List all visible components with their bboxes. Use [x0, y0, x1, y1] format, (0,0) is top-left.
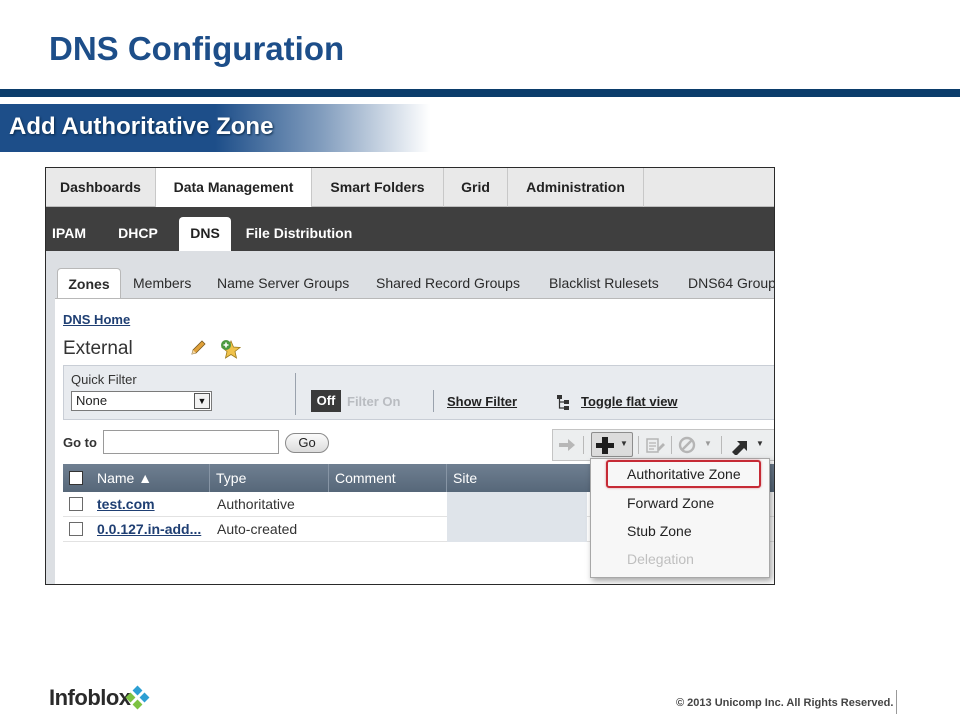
app-screenshot: Dashboards Data Management Smart Folders… [45, 167, 775, 585]
row-checkbox[interactable] [69, 497, 83, 511]
highlight-callout [606, 460, 761, 488]
top-navigation: Dashboards Data Management Smart Folders… [46, 168, 774, 207]
column-header-comment[interactable]: Comment [329, 464, 447, 492]
tab-dhcp[interactable]: DHCP [110, 217, 166, 251]
toolbar-divider [721, 436, 722, 454]
filter-divider [295, 373, 296, 415]
tab-blacklist-rulesets[interactable]: Blacklist Rulesets [549, 268, 659, 298]
goto-label: Go to [63, 435, 97, 450]
tab-dns[interactable]: DNS [179, 217, 231, 251]
tab-file-distribution[interactable]: File Distribution [242, 217, 356, 251]
export-arrow-icon[interactable] [729, 435, 751, 455]
tab-members[interactable]: Members [133, 268, 191, 298]
breadcrumb-dns-home[interactable]: DNS Home [63, 312, 130, 327]
sub-navigation: IPAM DHCP DNS File Distribution [46, 207, 774, 251]
go-button[interactable]: Go [285, 433, 329, 453]
filter-toggle-off[interactable]: Off [311, 390, 341, 412]
tab-dns64-groups[interactable]: DNS64 Group [688, 268, 774, 298]
plus-icon[interactable] [594, 435, 616, 455]
column-header-type[interactable]: Type [210, 464, 329, 492]
arrow-right-icon[interactable] [556, 435, 578, 455]
show-filter-link[interactable]: Show Filter [447, 394, 517, 409]
edit-list-icon[interactable] [644, 435, 666, 455]
chevron-down-icon[interactable]: ▼ [194, 393, 210, 409]
menu-item-delegation: Delegation [627, 551, 694, 567]
toolbar-divider [671, 436, 672, 454]
infoblox-logo-icon [125, 685, 150, 710]
zone-type: Auto-created [217, 521, 298, 537]
tab-dashboards[interactable]: Dashboards [46, 168, 156, 207]
filter-divider [433, 390, 434, 412]
toolbar-divider [583, 436, 584, 454]
site-cell [447, 492, 587, 517]
tab-ipam[interactable]: IPAM [46, 217, 92, 251]
tab-grid[interactable]: Grid [444, 168, 508, 207]
title-divider [0, 89, 960, 97]
tab-smart-folders[interactable]: Smart Folders [312, 168, 444, 207]
menu-item-stub-zone[interactable]: Stub Zone [627, 523, 692, 539]
quick-filter-select[interactable]: None ▼ [71, 391, 212, 411]
copyright-text: © 2013 Unicomp Inc. All Rights Reserved. [676, 697, 894, 709]
zone-name-link[interactable]: 0.0.127.in-add... [97, 521, 201, 537]
disable-icon[interactable] [677, 435, 699, 455]
quick-filter-value: None [76, 393, 108, 408]
tab-administration[interactable]: Administration [508, 168, 644, 207]
star-plus-icon[interactable] [219, 338, 241, 360]
toolbar-divider [638, 436, 639, 454]
chevron-down-icon[interactable]: ▼ [704, 439, 712, 448]
tree-view-icon[interactable] [555, 393, 573, 411]
tab-zones[interactable]: Zones [57, 268, 121, 298]
zone-view-title: External [63, 338, 133, 359]
select-all-checkbox[interactable] [69, 471, 83, 485]
infoblox-logo: Infoblox [49, 685, 131, 710]
column-header-name[interactable]: Name ▲ [91, 464, 210, 492]
quick-filter-label: Quick Filter [71, 372, 137, 387]
toggle-flat-view-link[interactable]: Toggle flat view [581, 394, 678, 409]
tab-data-management[interactable]: Data Management [156, 168, 312, 207]
chevron-down-icon[interactable]: ▼ [620, 439, 628, 448]
row-checkbox[interactable] [69, 522, 83, 536]
column-header-site[interactable]: Site [447, 464, 587, 492]
slide-title: DNS Configuration [49, 30, 345, 67]
zone-name-link[interactable]: test.com [97, 496, 155, 512]
slide-subtitle: Add Authoritative Zone [9, 113, 274, 140]
filter-toggle-on[interactable]: Filter On [347, 394, 400, 409]
tab-shared-record-groups[interactable]: Shared Record Groups [376, 268, 520, 298]
chevron-down-icon[interactable]: ▼ [756, 439, 764, 448]
footer-divider [896, 690, 897, 714]
menu-item-forward-zone[interactable]: Forward Zone [627, 495, 714, 511]
zone-type: Authoritative [217, 496, 295, 512]
pencil-icon[interactable] [188, 338, 208, 358]
tab-name-server-groups[interactable]: Name Server Groups [217, 268, 349, 298]
goto-input[interactable] [103, 430, 279, 454]
site-cell [447, 517, 587, 542]
